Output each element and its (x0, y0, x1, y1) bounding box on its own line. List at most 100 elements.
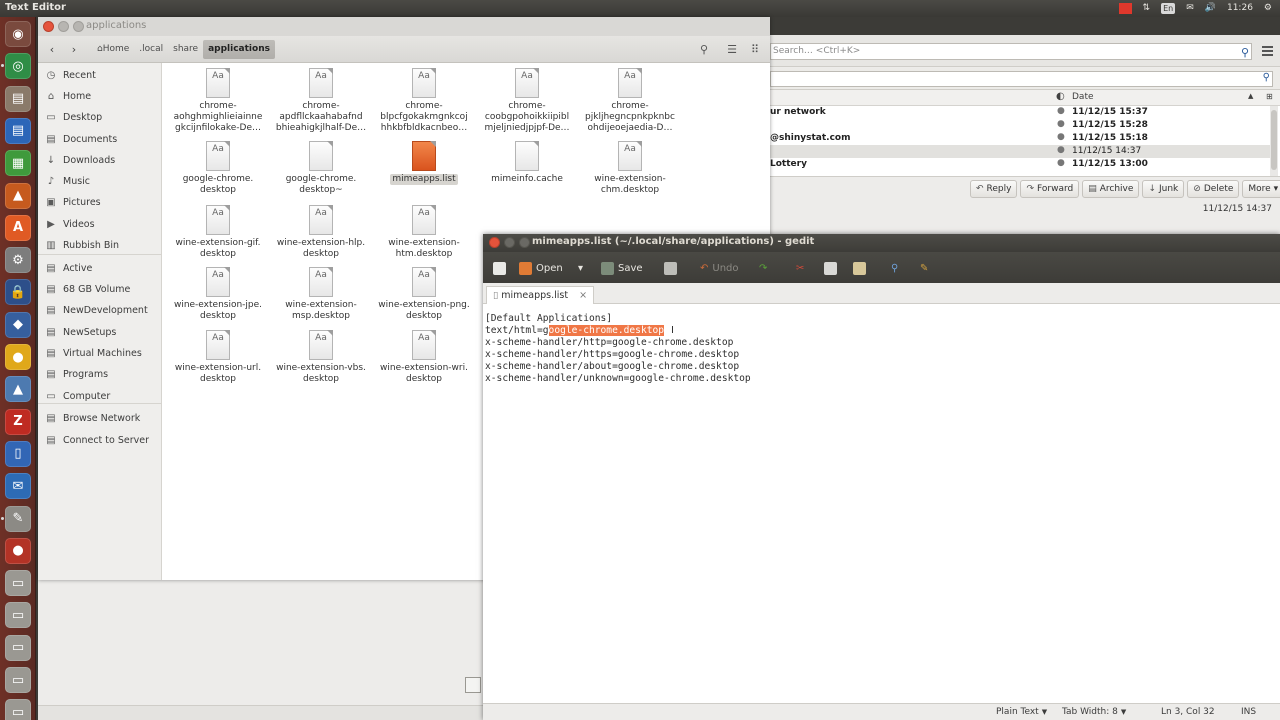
sidebar-item-pictures[interactable]: ▣ Pictures (38, 194, 162, 212)
more-button[interactable]: More ▾ (1242, 180, 1280, 198)
list-view-icon[interactable]: ☰ (723, 41, 741, 58)
tab-mimeapps-list[interactable]: ▯ mimeapps.list × (486, 286, 595, 304)
file-item[interactable]: Aa wine-extension-png. desktop (374, 267, 474, 322)
maximize-window-button[interactable] (73, 21, 84, 32)
message-row[interactable]: @shinystat.com ● 11/12/15 15:18 (770, 132, 1270, 145)
sidebar-item-browse-network[interactable]: ▤ Browse Network (38, 410, 162, 428)
launcher-lock-icon[interactable]: 🔒 (5, 279, 31, 306)
reply-button[interactable]: ↶ Reply (970, 180, 1018, 198)
network-icon[interactable]: ⇅ (1143, 1, 1151, 16)
file-item[interactable]: Aa chrome-blpcfgokakmgnkcoj hhkbfbldkacnbe… (374, 68, 474, 134)
clock[interactable]: 11:26 (1227, 1, 1253, 16)
selected-text[interactable]: oogle-chrome.desktop (548, 325, 665, 336)
launcher-files-icon[interactable]: ▤ (5, 85, 31, 112)
launcher-calc-icon[interactable]: ▦ (5, 150, 31, 177)
message-row[interactable]: ur network ● 11/12/15 15:37 (770, 106, 1270, 119)
sidebar-item-rubbish-bin[interactable]: ▥ Rubbish Bin (38, 237, 162, 255)
sidebar-item-68-gb-volume[interactable]: ▤ 68 GB Volume (38, 281, 162, 299)
tab-width-selector[interactable]: Tab Width: 8 ▼ (1062, 704, 1126, 720)
file-item[interactable]: Aa google-chrome. desktop (168, 141, 268, 196)
delete-button[interactable]: ⊘ Delete (1187, 180, 1240, 198)
file-item[interactable]: Aa wine-extension-jpe. desktop (168, 267, 268, 322)
sidebar-item-newdevelopment[interactable]: ▤ NewDevelopment (38, 302, 162, 320)
open-recent-dropdown[interactable]: ▾ (578, 260, 583, 277)
keyboard-layout-indicator[interactable]: En (1161, 3, 1176, 14)
launcher-dash-icon[interactable]: ◉ (5, 21, 31, 47)
volume-icon[interactable]: 🔊 (1205, 1, 1216, 16)
sidebar-item-downloads[interactable]: ↓ Downloads (38, 152, 162, 170)
launcher-drive-icon[interactable]: ▭ (5, 667, 31, 693)
junk-button[interactable]: ↓ Junk (1142, 180, 1185, 198)
file-item[interactable]: Aa wine-extension-vbs. desktop (271, 330, 371, 385)
file-item[interactable]: Aa chrome-apdfllckaahabafnd bhieahigkjlhal… (271, 68, 371, 134)
undo-button[interactable]: ↶ Undo (700, 260, 739, 277)
grid-view-icon[interactable]: ⠿ (746, 41, 764, 58)
file-item[interactable]: Aa wine-extension-url. desktop (168, 330, 268, 385)
launcher-settings-icon[interactable]: ⚙ (5, 247, 31, 274)
save-button[interactable]: Save (601, 260, 643, 277)
file-item[interactable]: Aa wine-extension-hlp. desktop (271, 205, 371, 260)
redo-button[interactable]: ↷ (759, 260, 767, 277)
launcher-drive-icon[interactable]: ▭ (5, 602, 31, 629)
file-item[interactable]: Aa wine-extension-htm.desktop (374, 205, 474, 260)
file-item[interactable]: Aa wine-extension-msp.desktop (271, 267, 371, 322)
breadcrumb-share[interactable]: share (168, 40, 203, 59)
read-status-column-icon[interactable]: ◐ (1056, 91, 1065, 102)
search-icon[interactable]: ⚲ (1241, 45, 1249, 60)
launcher-chrome-icon[interactable]: ◎ (5, 53, 31, 80)
file-item[interactable]: Aa wine-extension-gif. desktop (168, 205, 268, 260)
new-document-button[interactable] (493, 260, 510, 277)
open-button[interactable]: Open (519, 260, 563, 277)
paste-button[interactable] (853, 260, 870, 277)
power-icon[interactable]: ⚙ (1264, 1, 1272, 16)
print-button[interactable] (664, 260, 681, 277)
language-selector[interactable]: Plain Text ▼ (996, 704, 1047, 720)
forward-button[interactable]: › (64, 41, 84, 58)
breadcrumb-local[interactable]: .local (134, 40, 168, 59)
launcher-unknown-app-icon[interactable]: ● (5, 537, 31, 564)
text-editor-area[interactable]: [Default Applications] text/html=google-… (483, 304, 1280, 703)
file-item[interactable]: Aa chrome-pjkljhegncpnkpknbc ohdijeoejaedi… (580, 68, 680, 134)
sidebar-item-documents[interactable]: ▤ Documents (38, 131, 162, 149)
sidebar-item-virtual-machines[interactable]: ▤ Virtual Machines (38, 345, 162, 363)
sidebar-item-home[interactable]: ⌂ Home (38, 88, 162, 106)
sidebar-item-desktop[interactable]: ▭ Desktop (38, 109, 162, 127)
sidebar-item-active[interactable]: ▤ Active (38, 260, 162, 278)
sidebar-item-connect-to-server[interactable]: ▤ Connect to Server (38, 432, 162, 450)
mail-icon[interactable]: ✉ (1186, 1, 1194, 16)
read-dot-icon[interactable]: ● (1057, 145, 1065, 155)
launcher-gedit-icon[interactable]: ✎ (5, 505, 31, 532)
launcher-impress-icon[interactable]: ▲ (5, 182, 31, 209)
date-column-header[interactable]: Date (1072, 92, 1094, 102)
launcher-filezilla-icon[interactable]: Z (5, 408, 31, 435)
file-item[interactable]: Aa wine-extension-wri. desktop (374, 330, 474, 385)
copy-button[interactable] (824, 260, 841, 277)
file-item[interactable]: mimeinfo.cache (477, 141, 577, 185)
search-icon[interactable]: ⚲ (695, 41, 713, 58)
file-item[interactable]: mimeapps.list (374, 141, 474, 185)
sidebar-item-programs[interactable]: ▤ Programs (38, 366, 162, 384)
sidebar-item-music[interactable]: ♪ Music (38, 173, 162, 191)
launcher-shield-icon[interactable]: ◆ (5, 311, 31, 338)
launcher-thunderbird-icon[interactable]: ✉ (5, 473, 31, 500)
app-menu-icon[interactable] (1262, 46, 1273, 56)
launcher-drive-icon[interactable]: ▭ (5, 634, 31, 661)
close-window-button[interactable] (489, 237, 500, 248)
cut-button[interactable]: ✂ (796, 260, 804, 277)
column-picker-icon[interactable]: ⊞ (1266, 92, 1273, 101)
file-item[interactable]: Aa wine-extension-chm.desktop (580, 141, 680, 196)
global-search-input[interactable]: Search… <Ctrl+K> ⚲ (770, 43, 1252, 60)
message-list-scrollbar[interactable] (1270, 106, 1278, 176)
launcher-ftp-icon[interactable]: ● (5, 344, 31, 370)
find-button[interactable]: ⚲ (891, 260, 898, 277)
minimize-window-button[interactable] (504, 237, 515, 248)
breadcrumb-applications[interactable]: applications (203, 40, 275, 59)
launcher-drive-icon[interactable]: ▭ (5, 699, 31, 720)
archive-button[interactable]: ▤ Archive (1082, 180, 1140, 198)
breadcrumb-home[interactable]: ⌂Home (92, 40, 134, 59)
unread-dot-icon[interactable]: ● (1057, 119, 1065, 129)
launcher-vlc-icon[interactable]: ▲ (5, 376, 31, 403)
sidebar-item-videos[interactable]: ▶ Videos (38, 216, 162, 234)
quick-filter-input[interactable]: ⚲ (770, 71, 1273, 87)
unread-dot-icon[interactable]: ● (1057, 132, 1065, 142)
